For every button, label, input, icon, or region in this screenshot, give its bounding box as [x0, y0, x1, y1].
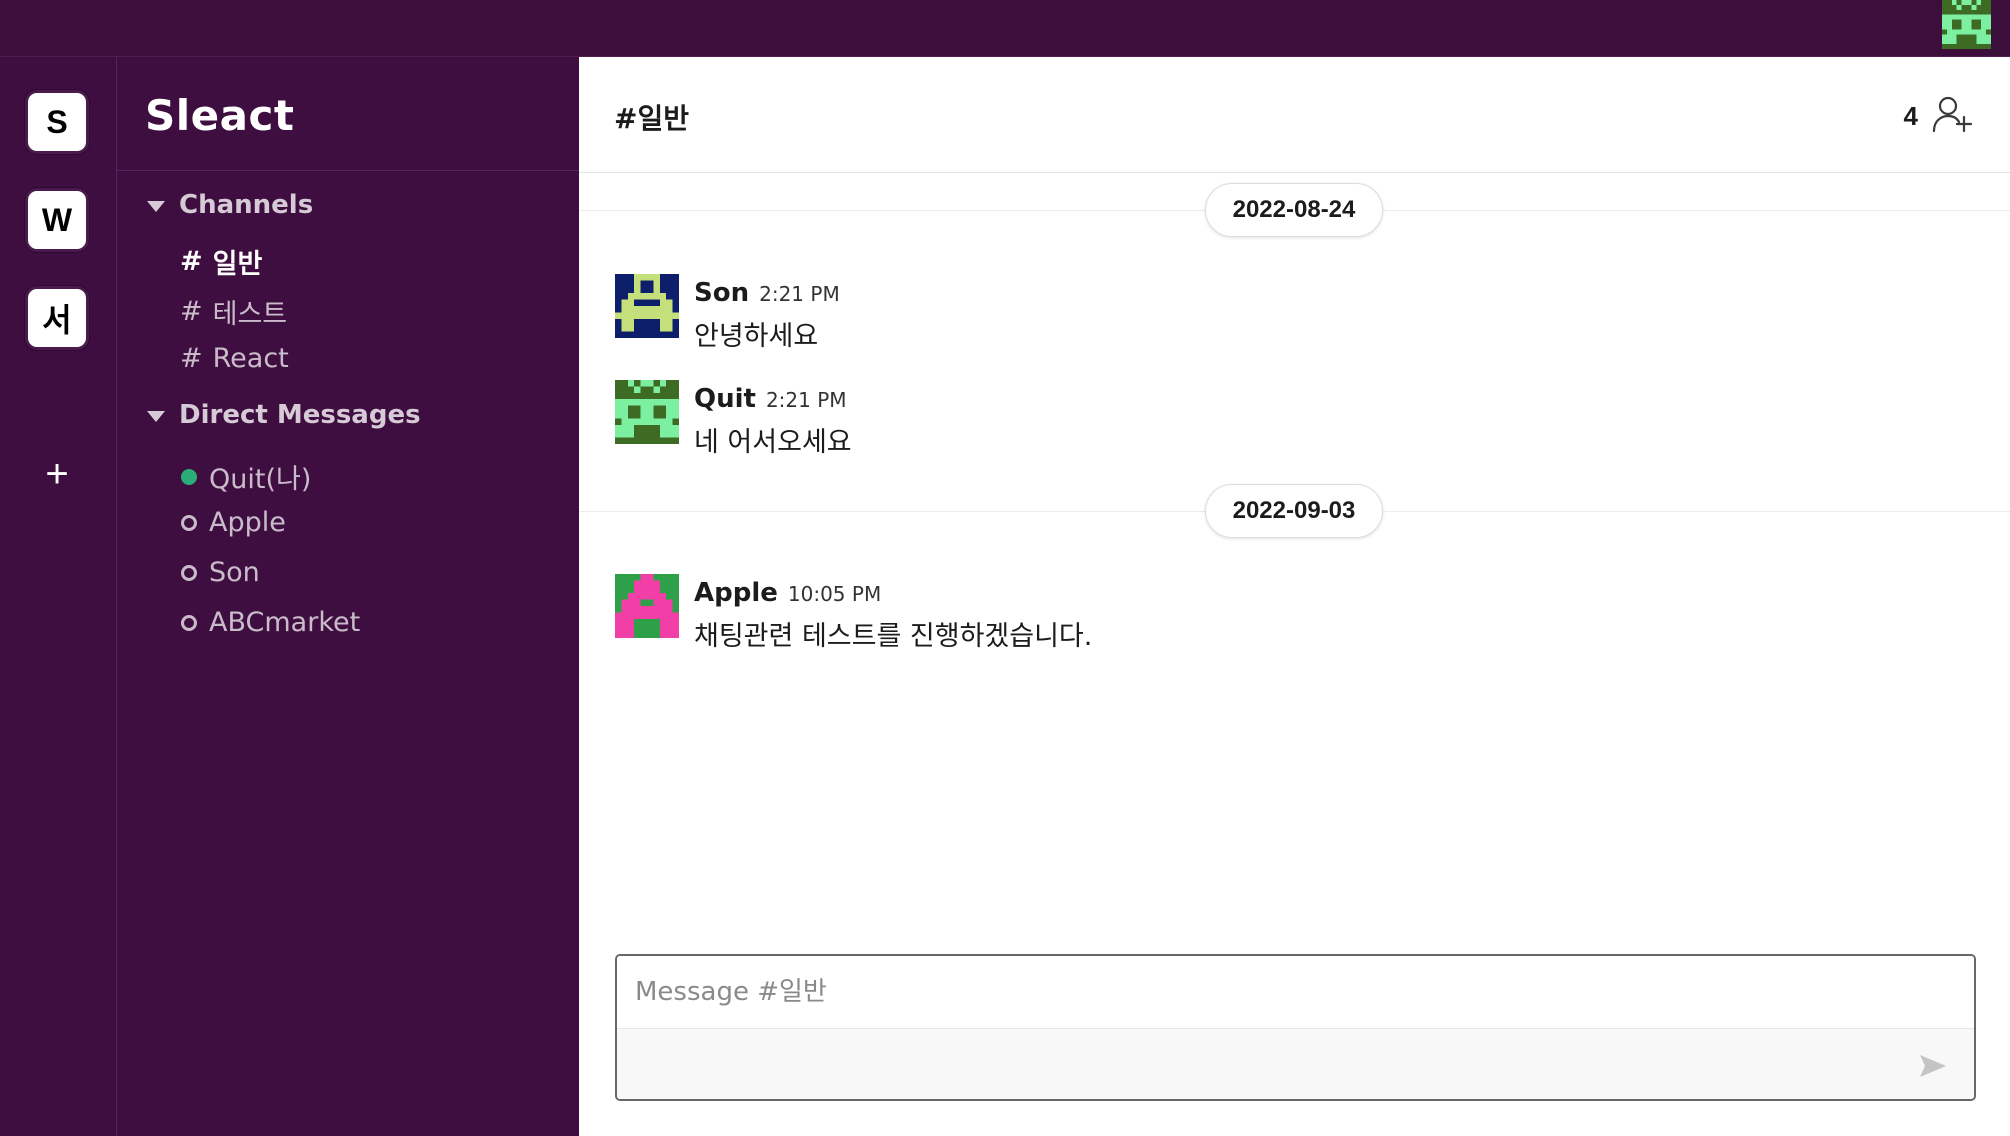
workspace-button-seo[interactable]: 서: [25, 286, 89, 350]
chat-main: #일반 4 2022-08-24 Son 2:21 PM 안녕하세요 Quit …: [579, 57, 2010, 1136]
sidebar-dm-abcmarket[interactable]: ABCmarket: [181, 607, 360, 638]
channel-label: 테스트: [212, 299, 288, 330]
workspace-button-w[interactable]: W: [25, 188, 89, 252]
add-workspace-button[interactable]: +: [25, 442, 89, 506]
composer-toolbar: [617, 1028, 1974, 1099]
sidebar-dm-apple[interactable]: Apple: [181, 507, 286, 538]
user-avatar-icon: [615, 274, 679, 338]
dm-section-toggle[interactable]: Direct Messages: [147, 400, 421, 430]
channels-header-label: Channels: [179, 190, 314, 220]
channel-label: React: [212, 343, 289, 374]
dm-header-label: Direct Messages: [179, 400, 421, 430]
message-input[interactable]: [617, 956, 1974, 1028]
sidebar-dm-quit[interactable]: Quit(나): [181, 457, 311, 496]
date-badge: 2022-09-03: [1205, 484, 1383, 538]
hash-icon: #: [180, 296, 203, 327]
send-icon[interactable]: [1918, 1053, 1948, 1079]
sidebar-channel-test[interactable]: # 테스트: [180, 292, 287, 331]
sidebar-channel-react[interactable]: # React: [180, 343, 289, 374]
workspace-name[interactable]: Sleact: [145, 91, 294, 140]
sidebar-dm-son[interactable]: Son: [181, 557, 260, 588]
dm-label: ABCmarket: [209, 607, 361, 638]
offline-status-icon: [181, 514, 197, 531]
add-member-icon[interactable]: [1932, 95, 1972, 133]
message-header: Apple 10:05 PM: [694, 578, 881, 608]
hash-icon: #: [180, 343, 203, 374]
workspace-header[interactable]: Sleact: [117, 57, 579, 171]
member-count[interactable]: 4: [1904, 101, 1918, 132]
online-status-icon: [181, 468, 197, 485]
channel-label: 일반: [212, 249, 263, 280]
caret-down-icon: [147, 200, 165, 212]
workspace-button-s[interactable]: S: [25, 90, 89, 154]
message-timestamp: 2:21 PM: [765, 388, 847, 412]
message-composer: [615, 954, 1976, 1101]
message-username[interactable]: Son: [694, 278, 749, 308]
message-timestamp: 10:05 PM: [787, 582, 882, 606]
dm-label: Son: [209, 557, 260, 588]
date-badge: 2022-08-24: [1205, 183, 1383, 237]
date-divider: 2022-08-24: [579, 183, 2010, 237]
sidebar-channel-general[interactable]: # 일반: [180, 242, 262, 281]
message-item: Son 2:21 PM 안녕하세요: [615, 274, 1975, 352]
channels-section-toggle[interactable]: Channels: [147, 190, 313, 220]
message-header: Son 2:21 PM: [694, 278, 840, 308]
channel-header: #일반 4: [579, 57, 2010, 173]
message-item: Apple 10:05 PM 채팅관련 테스트를 진행하겠습니다.: [615, 574, 1975, 652]
offline-status-icon: [181, 564, 197, 581]
message-header: Quit 2:21 PM: [694, 384, 847, 414]
user-avatar-icon[interactable]: [1942, 0, 1991, 49]
message-username[interactable]: Apple: [694, 578, 778, 608]
offline-status-icon: [181, 614, 197, 631]
message-text: 네 어서오세요: [694, 427, 852, 458]
user-avatar-icon: [615, 574, 679, 638]
dm-label: Apple: [209, 507, 286, 538]
top-bar: [0, 0, 2010, 57]
message-username[interactable]: Quit: [694, 384, 756, 414]
user-avatar-icon: [615, 380, 679, 444]
channel-sidebar: Sleact Channels # 일반 # 테스트 # React Direc…: [117, 57, 579, 1136]
message-text: 채팅관련 테스트를 진행하겠습니다.: [694, 621, 1093, 652]
message-timestamp: 2:21 PM: [759, 282, 840, 306]
date-divider: 2022-09-03: [579, 484, 2010, 538]
message-item: Quit 2:21 PM 네 어서오세요: [615, 380, 1975, 458]
dm-label: Quit(나): [209, 464, 312, 495]
workspace-rail: S W 서 +: [0, 57, 117, 1136]
message-text: 안녕하세요: [694, 321, 819, 352]
hash-icon: #: [180, 246, 203, 277]
caret-down-icon: [147, 410, 165, 422]
channel-title: #일반: [614, 102, 689, 135]
